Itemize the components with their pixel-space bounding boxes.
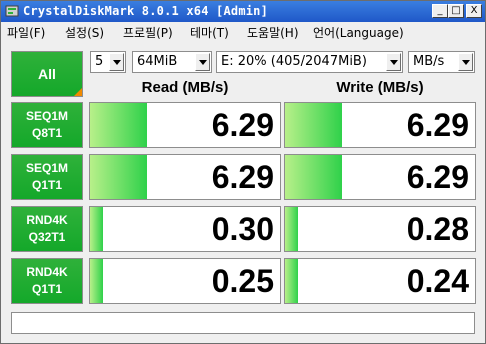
drive-select[interactable]: E: 20% (405/2047MiB)	[216, 51, 403, 73]
close-button[interactable]: X	[466, 4, 482, 18]
chevron-down-icon[interactable]	[109, 53, 124, 71]
write-bar	[285, 259, 299, 303]
window-title: CrystalDiskMark 8.0.1 x64 [Admin]	[23, 4, 269, 18]
read-value: 6.29	[211, 107, 274, 143]
comment-field[interactable]	[11, 312, 475, 334]
test-name: RND4K	[26, 265, 68, 279]
test-button-seq1m-q8t1[interactable]: SEQ1M Q8T1	[11, 102, 83, 148]
read-result-seq1m-q1t1: 6.29	[89, 154, 281, 200]
app-window: CrystalDiskMark 8.0.1 x64 [Admin] _ □ X …	[0, 0, 486, 344]
write-value: 6.29	[406, 159, 469, 195]
test-size-value: 64MiB	[137, 54, 178, 69]
run-all-button[interactable]: All	[11, 51, 83, 97]
test-params: Q8T1	[31, 126, 62, 140]
read-value: 6.29	[211, 159, 274, 195]
app-icon	[5, 5, 19, 17]
test-name: RND4K	[26, 213, 68, 227]
maximize-button[interactable]: □	[448, 4, 464, 18]
minimize-button[interactable]: _	[432, 4, 448, 18]
test-count-select[interactable]: 5	[90, 51, 126, 73]
test-params: Q32T1	[28, 230, 66, 244]
read-header: Read (MB/s)	[141, 79, 229, 96]
write-result-rnd4k-q32t1: 0.28	[284, 206, 476, 252]
menu-settings[interactable]: 설정(S)	[65, 24, 104, 41]
drive-value: E: 20% (405/2047MiB)	[221, 54, 367, 69]
corner-marker-icon	[74, 88, 82, 96]
read-result-seq1m-q8t1: 6.29	[89, 102, 281, 148]
menu-profile[interactable]: 프로필(P)	[123, 24, 173, 41]
read-bar	[90, 207, 104, 251]
chevron-down-icon[interactable]	[195, 53, 210, 71]
read-bar	[90, 259, 104, 303]
test-button-seq1m-q1t1[interactable]: SEQ1M Q1T1	[11, 154, 83, 200]
chevron-down-icon[interactable]	[386, 53, 401, 71]
write-result-seq1m-q1t1: 6.29	[284, 154, 476, 200]
test-button-rnd4k-q1t1[interactable]: RND4K Q1T1	[11, 258, 83, 304]
read-bar	[90, 155, 147, 199]
menu-help[interactable]: 도움말(H)	[247, 24, 299, 41]
unit-select[interactable]: MB/s	[408, 51, 475, 73]
unit-value: MB/s	[413, 54, 445, 69]
write-header: Write (MB/s)	[336, 79, 424, 96]
test-button-rnd4k-q32t1[interactable]: RND4K Q32T1	[11, 206, 83, 252]
test-count-value: 5	[95, 54, 104, 69]
test-params: Q1T1	[31, 178, 62, 192]
read-result-rnd4k-q1t1: 0.25	[89, 258, 281, 304]
read-value: 0.30	[211, 211, 274, 247]
write-bar	[285, 103, 342, 147]
chevron-down-icon[interactable]	[458, 53, 473, 71]
test-name: SEQ1M	[25, 109, 68, 123]
test-params: Q1T1	[31, 282, 62, 296]
menu-file[interactable]: 파일(F)	[7, 24, 45, 41]
write-bar	[285, 207, 299, 251]
read-value: 0.25	[211, 263, 274, 299]
write-result-rnd4k-q1t1: 0.24	[284, 258, 476, 304]
menu-theme[interactable]: 테마(T)	[190, 24, 229, 41]
test-size-select[interactable]: 64MiB	[132, 51, 212, 73]
read-result-rnd4k-q32t1: 0.30	[89, 206, 281, 252]
title-bar[interactable]: CrystalDiskMark 8.0.1 x64 [Admin] _ □ X	[1, 1, 485, 22]
run-all-label: All	[38, 66, 56, 82]
write-result-seq1m-q8t1: 6.29	[284, 102, 476, 148]
test-name: SEQ1M	[25, 161, 68, 175]
write-value: 0.24	[406, 263, 469, 299]
menu-language[interactable]: 언어(Language)	[313, 24, 404, 41]
menu-bar: 파일(F) 설정(S) 프로필(P) 테마(T) 도움말(H) 언어(Langu…	[1, 22, 485, 42]
write-value: 6.29	[406, 107, 469, 143]
read-bar	[90, 103, 147, 147]
write-value: 0.28	[406, 211, 469, 247]
write-bar	[285, 155, 342, 199]
